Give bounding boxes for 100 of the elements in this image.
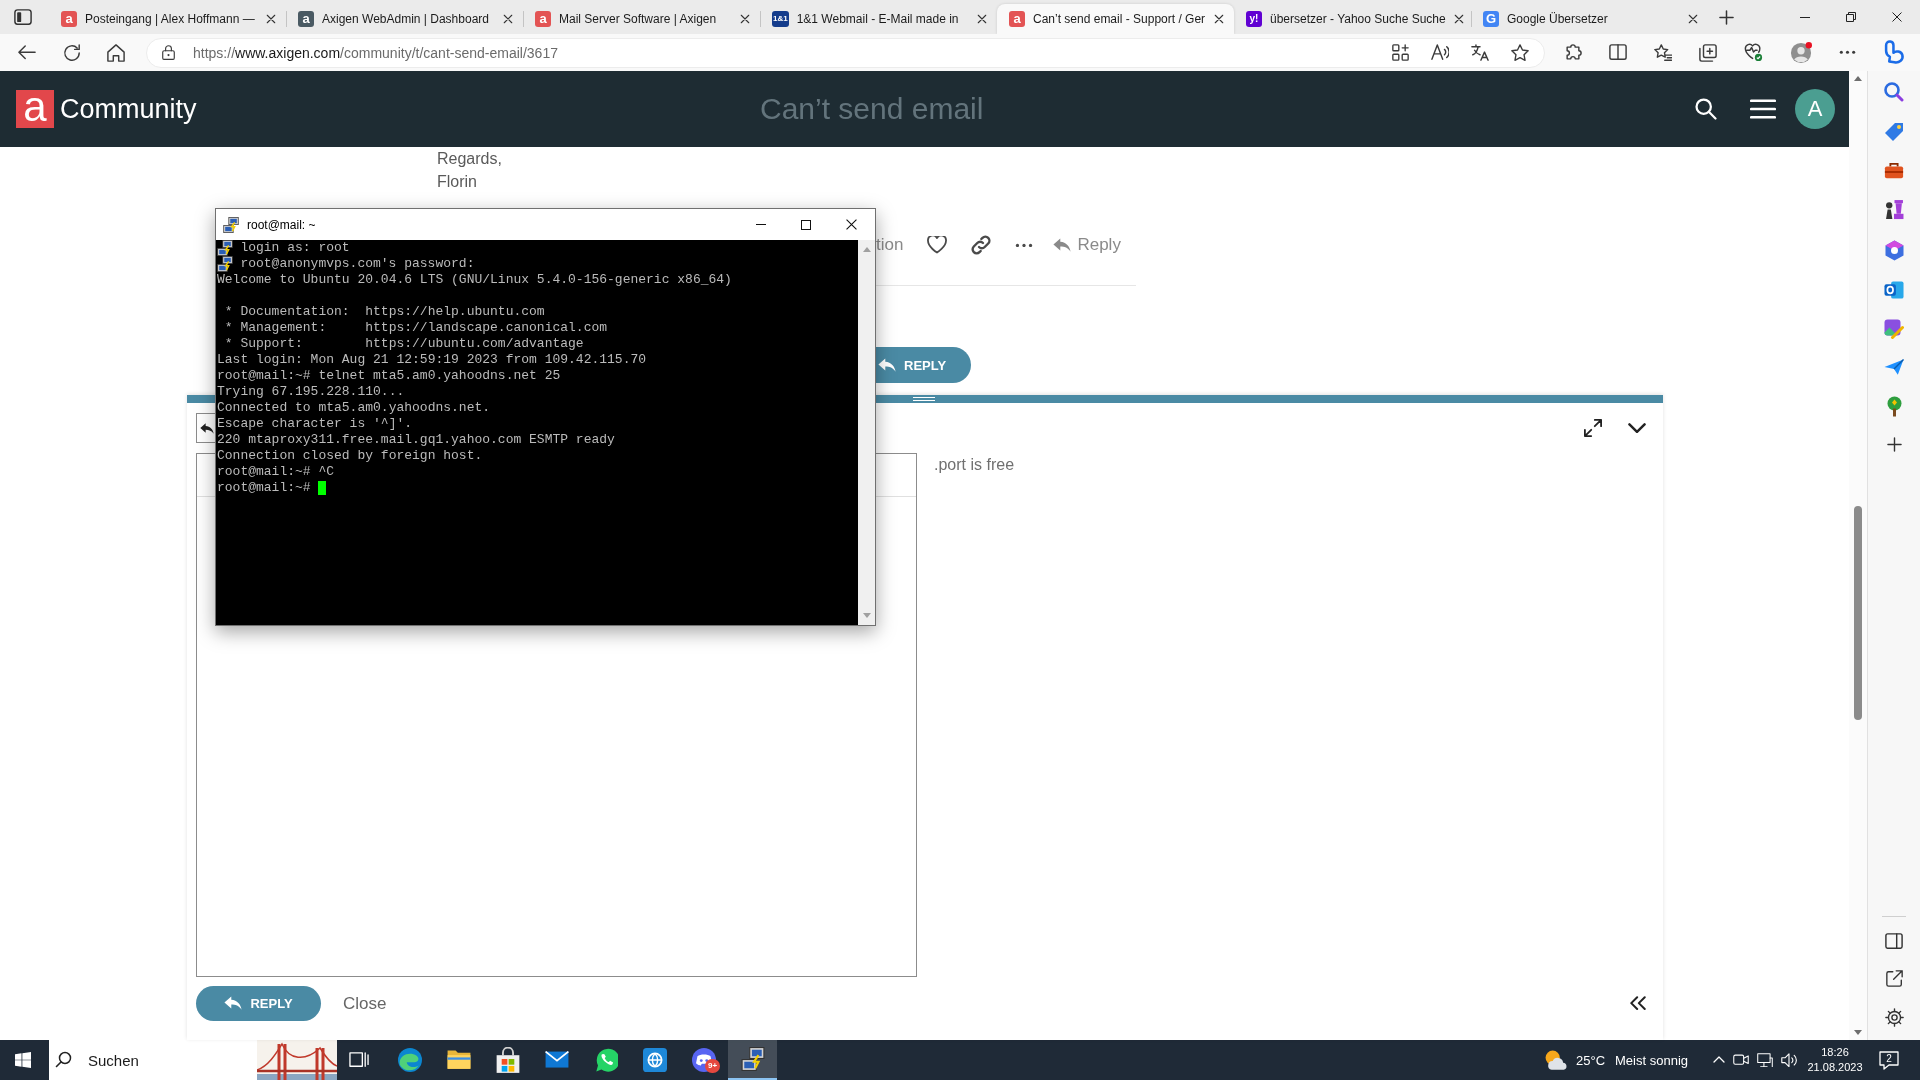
speaker-icon[interactable] [1781,1052,1797,1068]
expand-icon[interactable] [1584,419,1602,437]
heart-icon[interactable] [927,236,948,254]
browser-tab[interactable]: a Can’t send email - Support / Ger [997,4,1234,34]
grid-plus-icon[interactable] [1392,44,1409,61]
close-icon[interactable] [1453,14,1464,24]
taskbar-app-button[interactable] [728,1040,777,1080]
sun-cloud-icon [1544,1049,1567,1071]
more-icon[interactable] [1839,50,1856,55]
caret-down-icon[interactable] [1854,1030,1862,1035]
restore-icon[interactable] [1846,12,1856,22]
tab-favicon: G [1483,11,1499,27]
translate-icon[interactable] [1471,43,1489,62]
site-logo[interactable]: a [16,90,54,128]
terminal-line: * Management: https://landscape.canonical.com [223,320,608,336]
house-icon[interactable] [107,43,125,62]
arrow-left-icon[interactable] [18,45,36,60]
tab-favicon: 1&1 [772,11,789,27]
envelope-icon [544,1051,569,1069]
external-link-icon[interactable] [1885,970,1903,987]
reply-arrow-icon [200,422,214,434]
notifications-button[interactable]: 2 [1879,1050,1899,1070]
reply-type-button[interactable] [196,413,215,443]
scrollbar-thumb[interactable] [1854,506,1862,720]
address-field[interactable]: https://www.axigen.com/community/t/cant-send-email/3617 [146,37,1545,68]
settings-icon[interactable] [1884,1008,1904,1027]
terminal-line: * Support: https://ubuntu.com/advantage [223,336,584,352]
more-icon[interactable] [1015,242,1034,248]
close-icon[interactable] [740,14,750,24]
double-chevron-left-icon[interactable] [1630,996,1646,1011]
chevron-up-icon[interactable] [1713,1056,1725,1064]
close-link[interactable]: Close [343,993,387,1014]
task-view-icon[interactable] [349,1052,369,1068]
puzzle-icon[interactable] [1564,43,1582,62]
star-icon[interactable] [1511,43,1529,62]
scrollbar-track[interactable] [1849,71,1867,1040]
monitor-icon[interactable] [1757,1052,1773,1068]
globe-tile-icon [642,1048,667,1072]
terminal-line: Connected to mta5.am0.yahoodns.net. [217,400,491,416]
swirl-logo-icon[interactable] [1884,40,1905,65]
notification-badge: 9+ [705,1059,720,1073]
reply-button[interactable]: REPLY [876,347,971,383]
tab-favicon: y! [1246,11,1262,27]
speech-bubble-icon [1879,1050,1899,1070]
time-label[interactable]: 18:26 [1821,1045,1849,1060]
tab-favicon: a [61,11,77,27]
action-label[interactable]: tion [876,235,904,255]
close-icon[interactable] [503,14,513,24]
panel-icon[interactable] [14,8,32,26]
terminal-line: root@mail:~# ^C [217,464,335,480]
close-icon[interactable] [266,14,276,24]
window-title: root@mail: ~ [247,217,316,232]
site-name[interactable]: Community [60,93,197,125]
menu-icon[interactable] [1750,98,1776,120]
chevron-down-icon[interactable] [1628,422,1646,434]
drag-handle[interactable] [913,397,935,401]
terminal-line: 220 mtaproxy311.free.mail.gq1.yahoo.com ESMTP ready [217,432,615,448]
folder-icon [446,1050,471,1070]
date-label[interactable]: 21.08.2023 [1807,1060,1863,1075]
terminal-line: * Documentation: https://help.ubuntu.com [223,304,545,320]
close-icon[interactable] [977,14,987,24]
weather-widget[interactable]: 25°C Meist sonnig [1544,1049,1688,1071]
camera-icon[interactable] [1733,1054,1749,1066]
link-icon[interactable] [971,235,992,255]
computers-icon [217,256,233,272]
heart-pulse-icon[interactable] [1744,43,1763,62]
hexagon-icon[interactable] [1884,240,1904,262]
plus-icon[interactable] [1886,436,1902,452]
chess-pieces-icon[interactable] [1884,199,1904,221]
tab-favicon: a [1009,11,1025,27]
reply-button[interactable]: REPLY [196,986,321,1021]
start-icon[interactable] [15,1052,31,1068]
refresh-icon[interactable] [63,43,81,62]
squares-plus-icon[interactable] [1699,43,1717,62]
tag-icon[interactable] [1884,122,1904,142]
browser-tab[interactable]: y! übersetzer - Yahoo Suche Suche [1234,4,1471,34]
paper-plane-icon[interactable] [1884,359,1904,376]
search-field[interactable]: Suchen [83,1040,257,1080]
read-aloud-icon[interactable] [1431,44,1449,61]
search-icon[interactable] [1695,98,1717,120]
close-icon[interactable] [1892,12,1902,22]
maximize-icon[interactable] [801,219,811,230]
mail-tile-icon[interactable] [1884,281,1904,300]
browser-tab[interactable]: a Posteingang | Alex Hoffmann — [49,4,286,34]
star-list-icon[interactable] [1654,43,1672,62]
minimize-icon[interactable] [1800,16,1810,18]
panel-icon[interactable] [1885,932,1903,949]
taskbar-app-button[interactable]: 9+ [679,1040,728,1080]
close-icon[interactable] [1214,14,1224,24]
profile-avatar-icon[interactable] [1790,41,1812,64]
preview-text: .port is free [934,455,1015,475]
tree-icon[interactable] [1886,395,1902,417]
close-icon[interactable] [846,219,857,230]
close-icon[interactable] [1688,14,1698,24]
toolbox-icon[interactable] [1884,162,1904,180]
picture-pen-icon[interactable] [1884,319,1904,340]
terminal-line: root@mail:~# [217,480,311,496]
caret-up-icon[interactable] [1854,76,1862,81]
plus-icon[interactable] [1719,9,1734,25]
split-screen-icon[interactable] [1609,44,1627,61]
